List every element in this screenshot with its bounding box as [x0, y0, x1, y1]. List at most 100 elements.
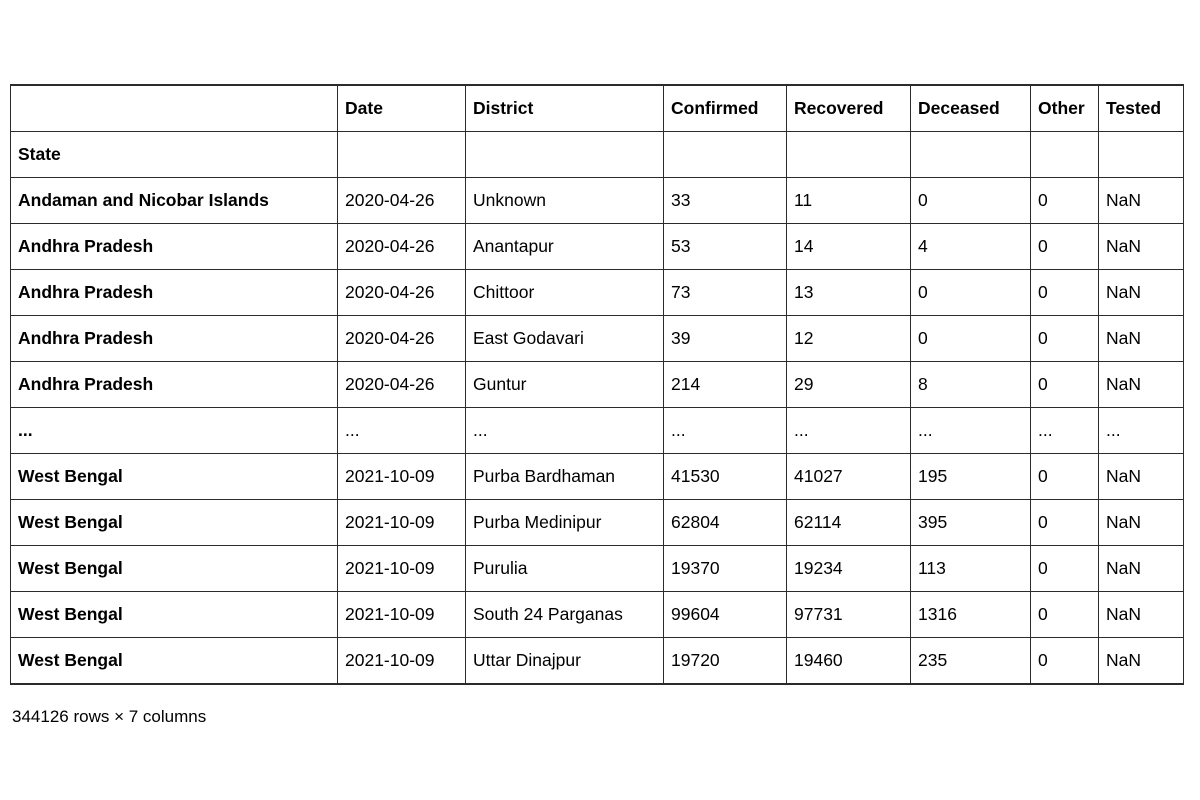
table-cell: 0 [1030, 361, 1099, 408]
table-cell: ... [910, 407, 1031, 454]
table-cell: 2021-10-09 [337, 453, 466, 500]
column-header-row: Date District Confirmed Recovered Deceas… [10, 84, 1184, 132]
column-header-district: District [465, 84, 664, 132]
table-row: Andhra Pradesh 2020-04-26 East Godavari 39 1… [10, 315, 1184, 362]
table-cell: 39 [663, 315, 787, 362]
table-cell: 0 [1030, 591, 1099, 638]
corner-cell [10, 84, 338, 132]
table-cell: 214 [663, 361, 787, 408]
row-index-cell: Andhra Pradesh [10, 361, 338, 408]
table-cell: 195 [910, 453, 1031, 500]
table-cell: 0 [1030, 223, 1099, 270]
table-cell: 0 [1030, 269, 1099, 316]
table-cell: 53 [663, 223, 787, 270]
table-cell: Unknown [465, 177, 664, 224]
table-cell: 2020-04-26 [337, 315, 466, 362]
table-cell: 2021-10-09 [337, 637, 466, 685]
table-cell: 13 [786, 269, 911, 316]
table-cell: 19234 [786, 545, 911, 592]
table-row: ........................ [10, 407, 1184, 454]
table-head: Date District Confirmed Recovered Deceas… [10, 84, 1184, 178]
table-cell: 2020-04-26 [337, 177, 466, 224]
table-row: West Bengal 2021-10-09 Purba Medinipur 6280… [10, 499, 1184, 546]
table-row: Andhra Pradesh 2020-04-26 Guntur 214 29 8 0 NaN [10, 361, 1184, 408]
index-name-filler-tested [1098, 131, 1184, 178]
table-cell: 1316 [910, 591, 1031, 638]
table-cell: 0 [1030, 545, 1099, 592]
table-cell: 11 [786, 177, 911, 224]
row-index-cell: ... [10, 407, 338, 454]
table-cell: 19460 [786, 637, 911, 685]
table-cell: NaN [1098, 177, 1184, 224]
table-cell: 0 [910, 269, 1031, 316]
table-cell: ... [465, 407, 664, 454]
table-cell: 73 [663, 269, 787, 316]
table-cell: 395 [910, 499, 1031, 546]
table-cell: 29 [786, 361, 911, 408]
table-body: Andaman and Nicobar Islands 2020-04-26 Unk… [10, 177, 1184, 685]
table-cell: 0 [1030, 499, 1099, 546]
table-cell: 2020-04-26 [337, 361, 466, 408]
table-cell: 41027 [786, 453, 911, 500]
table-cell: 2021-10-09 [337, 499, 466, 546]
table-cell: 0 [1030, 315, 1099, 362]
row-index-cell: Andhra Pradesh [10, 315, 338, 362]
table-cell: Anantapur [465, 223, 664, 270]
table-row: West Bengal 2021-10-09 South 24 Parganas 99… [10, 591, 1184, 638]
index-name-filler-deceased [910, 131, 1031, 178]
row-index-cell: West Bengal [10, 499, 338, 546]
row-index-cell: West Bengal [10, 591, 338, 638]
table-cell: Purba Medinipur [465, 499, 664, 546]
index-name-label: State [10, 131, 338, 178]
table-cell: 12 [786, 315, 911, 362]
column-header-other: Other [1030, 84, 1099, 132]
table-cell: 99604 [663, 591, 787, 638]
table-cell: 33 [663, 177, 787, 224]
column-header-tested: Tested [1098, 84, 1184, 132]
table-cell: ... [1098, 407, 1184, 454]
table-cell: 0 [1030, 177, 1099, 224]
table-row: Andaman and Nicobar Islands 2020-04-26 Unk… [10, 177, 1184, 224]
table-row: Andhra Pradesh 2020-04-26 Chittoor 73 13 0 0 Na… [10, 269, 1184, 316]
table-cell: 0 [1030, 637, 1099, 685]
table-cell: 2020-04-26 [337, 269, 466, 316]
index-name-row: State [10, 131, 1184, 178]
table-cell: NaN [1098, 637, 1184, 685]
table-cell: 0 [910, 177, 1031, 224]
table-cell: East Godavari [465, 315, 664, 362]
table-cell: ... [663, 407, 787, 454]
index-name-filler-recovered [786, 131, 911, 178]
table-row: Andhra Pradesh 2020-04-26 Anantapur 53 14 4 0 N… [10, 223, 1184, 270]
table-cell: NaN [1098, 269, 1184, 316]
dataframe-table: Date District Confirmed Recovered Deceas… [10, 84, 1184, 685]
table-cell: NaN [1098, 223, 1184, 270]
row-index-cell: Andhra Pradesh [10, 269, 338, 316]
table-row: West Bengal 2021-10-09 Purba Bardhaman 4153… [10, 453, 1184, 500]
row-index-cell: Andhra Pradesh [10, 223, 338, 270]
table-cell: NaN [1098, 591, 1184, 638]
table-cell: 41530 [663, 453, 787, 500]
column-header-recovered: Recovered [786, 84, 911, 132]
table-cell: 2021-10-09 [337, 545, 466, 592]
table-cell: Purulia [465, 545, 664, 592]
row-index-cell: West Bengal [10, 545, 338, 592]
index-name-filler-confirmed [663, 131, 787, 178]
table-cell: South 24 Parganas [465, 591, 664, 638]
index-name-filler-district [465, 131, 664, 178]
dataframe-shape-text: 344126 rows × 7 columns [12, 707, 207, 726]
table-cell: 62804 [663, 499, 787, 546]
row-index-cell: West Bengal [10, 453, 338, 500]
table-cell: 4 [910, 223, 1031, 270]
table-cell: NaN [1098, 361, 1184, 408]
table-cell: 113 [910, 545, 1031, 592]
table-cell: 0 [1030, 453, 1099, 500]
column-header-deceased: Deceased [910, 84, 1031, 132]
index-name-filler-other [1030, 131, 1099, 178]
table-cell: NaN [1098, 453, 1184, 500]
table-cell: Guntur [465, 361, 664, 408]
table-cell: 2020-04-26 [337, 223, 466, 270]
index-name-filler-date [337, 131, 466, 178]
table-cell: 0 [910, 315, 1031, 362]
table-cell: 2021-10-09 [337, 591, 466, 638]
table-cell: NaN [1098, 499, 1184, 546]
